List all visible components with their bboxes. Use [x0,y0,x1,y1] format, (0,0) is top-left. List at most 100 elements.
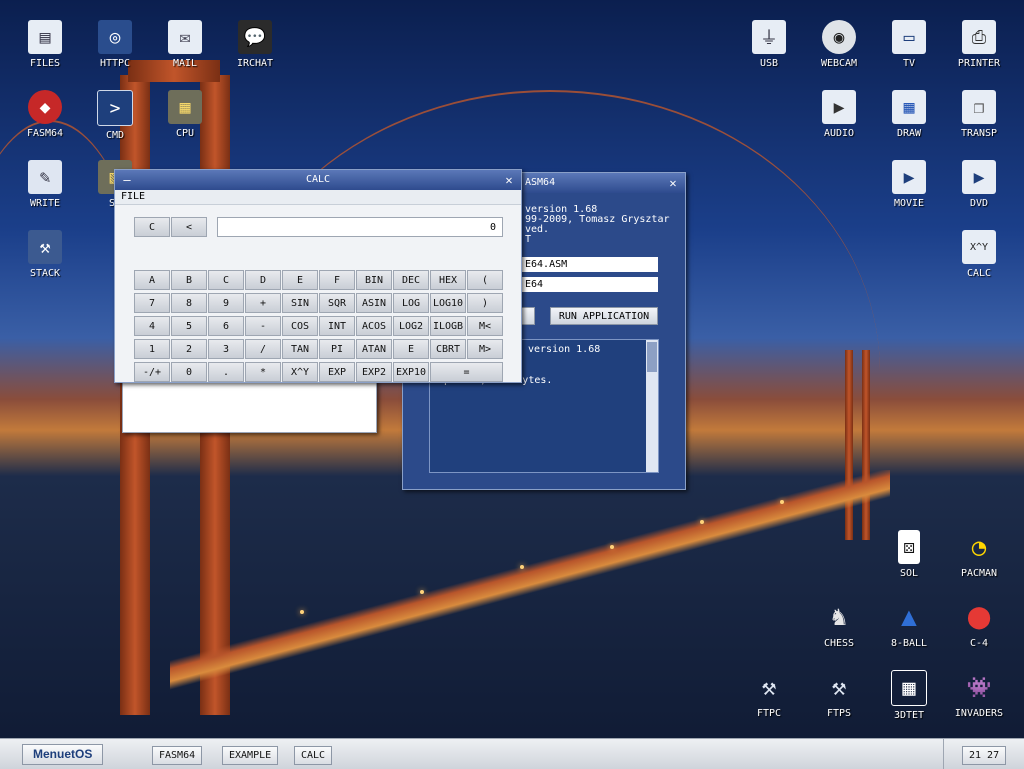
terminal-icon: > [97,90,133,126]
equals-button[interactable]: = [430,362,503,382]
scrollbar[interactable] [646,340,658,472]
calc-key-button[interactable]: ILOGB [430,316,466,336]
desktop-icon-stack[interactable]: ⚒ STACK [15,230,75,279]
desktop-icon-chess[interactable]: ♞ CHESS [809,600,869,649]
calc-key-button[interactable]: D [245,270,281,290]
calc-key-button[interactable]: ) [467,293,503,313]
calc-key-button[interactable]: 6 [208,316,244,336]
background-window[interactable] [122,377,377,433]
calc-key-button[interactable]: HEX [430,270,466,290]
desktop-icon-calc[interactable]: X^Y CALC [949,230,1009,279]
calc-key-button[interactable]: A [134,270,170,290]
calc-key-button[interactable]: EXP2 [356,362,392,382]
calc-key-button[interactable]: E [282,270,318,290]
desktop-icon-8ball[interactable]: ▲ 8-BALL [879,600,939,649]
calc-key-button[interactable]: DEC [393,270,429,290]
calc-key-button[interactable]: 4 [134,316,170,336]
calc-key-button[interactable]: INT [319,316,355,336]
close-icon[interactable]: ✕ [665,173,681,193]
calc-key-button[interactable]: M> [467,339,503,359]
task-button[interactable]: EXAMPLE [222,746,279,765]
minimize-icon[interactable]: — [119,170,135,190]
calc-key-button[interactable]: TAN [282,339,318,359]
desktop-icon-3dtet[interactable]: ▦ 3DTET [879,670,939,721]
calc-key-button[interactable]: 0 [171,362,207,382]
desktop-icon-cmd[interactable]: > CMD [85,90,145,141]
calc-key-button[interactable]: EXP10 [393,362,429,382]
calc-key-button[interactable]: 7 [134,293,170,313]
calc-key-button[interactable]: F [319,270,355,290]
scrollbar-thumb[interactable] [647,342,657,372]
calc-key-button[interactable]: * [245,362,281,382]
desktop-icon-fasm64[interactable]: ◆ FASM64 [15,90,75,139]
calc-key-button[interactable]: -/+ [134,362,170,382]
desktop-icon-usb[interactable]: ⏚ USB [739,20,799,69]
calc-key-button[interactable]: LOG2 [393,316,429,336]
output-file-field[interactable]: E64 [521,277,658,292]
calc-key-button[interactable]: + [245,293,281,313]
calc-key-button[interactable]: ( [467,270,503,290]
calc-key-button[interactable]: 8 [171,293,207,313]
desktop-icon-files[interactable]: ▤ FILES [15,20,75,69]
task-button[interactable]: CALC [294,746,333,765]
calc-window[interactable]: — CALC ✕ FILE C < 0 A B C D E F BIN DEC HEX(7 8 9 +… [114,169,522,383]
desktop-icon-ftpc[interactable]: ⚒ FTPC [739,670,799,719]
calc-key-button[interactable]: X^Y [282,362,318,382]
desktop-icon-c4[interactable]: ⬤ C-4 [949,600,1009,650]
task-button[interactable]: FASM64 [152,746,203,765]
calc-key-button[interactable]: 5 [171,316,207,336]
calc-key-button[interactable]: 1 [134,339,170,359]
calc-key-button[interactable]: COS [282,316,318,336]
invaders-icon: 👾 [966,675,992,699]
cpu-icon: ▦ [168,90,202,124]
calc-key-button[interactable]: LOG [393,293,429,313]
desktop-icon-mail[interactable]: ✉ MAIL [155,20,215,69]
run-application-button[interactable]: RUN APPLICATION [550,307,658,325]
calc-key-button[interactable]: LOG10 [430,293,466,313]
calc-key-button[interactable]: B [171,270,207,290]
desktop-icon-transp[interactable]: ❐ TRANSP [949,90,1009,139]
calc-key-button[interactable]: SQR [319,293,355,313]
menuetos-start-button[interactable]: MenuetOS [22,744,104,765]
info-line: ved. [525,224,550,235]
desktop-icon-sol[interactable]: ⚄ SOL [879,530,939,579]
desktop-icon-irchat[interactable]: 💬 IRCHAT [225,20,285,69]
calc-key-button[interactable]: - [245,316,281,336]
calc-key-button[interactable]: 3 [208,339,244,359]
desktop-icon-printer[interactable]: ⎙ PRINTER [949,20,1009,69]
calc-key-button[interactable]: 2 [171,339,207,359]
calc-key-button[interactable]: EXP [319,362,355,382]
clear-button[interactable]: C [134,217,170,237]
calc-key-button[interactable]: C [208,270,244,290]
desktop-icon-cpu[interactable]: ▦ CPU [155,90,215,139]
calc-key-button[interactable]: CBRT [430,339,466,359]
calc-titlebar[interactable]: — CALC ✕ [115,170,521,190]
desktop-icon-webcam[interactable]: ◉ WEBCAM [809,20,869,69]
desktop-icon-movie[interactable]: ▶ MOVIE [879,160,939,209]
calc-key-button[interactable]: SIN [282,293,318,313]
calc-key-button[interactable]: ATAN [356,339,392,359]
desktop-icon-dvd[interactable]: ▶ DVD [949,160,1009,209]
calc-key-button[interactable]: ASIN [356,293,392,313]
desktop-icon-httpc[interactable]: ◎ HTTPC [85,20,145,69]
backspace-button[interactable]: < [171,217,207,237]
close-icon[interactable]: ✕ [501,170,517,190]
desktop-icon-audio[interactable]: ▶ AUDIO [809,90,869,139]
calc-key-button[interactable]: 9 [208,293,244,313]
calc-key-button[interactable]: M< [467,316,503,336]
calc-key-button[interactable]: BIN [356,270,392,290]
desktop-icon-invaders[interactable]: 👾 INVADERS [949,670,1009,719]
menu-file[interactable]: FILE [121,191,145,202]
desktop-icon-write[interactable]: ✎ WRITE [15,160,75,209]
calc-key-button[interactable]: E [393,339,429,359]
calc-key-button[interactable]: / [245,339,281,359]
desktop-icon-ftps[interactable]: ⚒ FTPS [809,670,869,719]
desktop-icon-draw[interactable]: ▦ DRAW [879,90,939,139]
calc-key-button[interactable]: . [208,362,244,382]
desktop-icon-pacman[interactable]: ◔ PACMAN [949,530,1009,579]
source-file-field[interactable]: E64.ASM [521,257,658,272]
calc-key-button[interactable]: PI [319,339,355,359]
calc-key-button[interactable]: ACOS [356,316,392,336]
desktop-icon-tv[interactable]: ▭ TV [879,20,939,69]
compile-button[interactable] [521,307,535,325]
